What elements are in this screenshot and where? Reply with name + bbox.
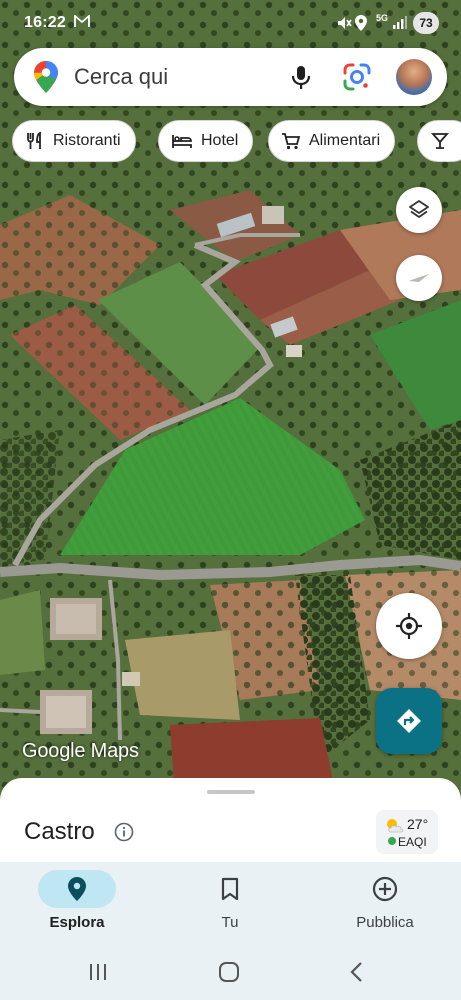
bottom-navigation: Esplora Tu Pubblica	[0, 862, 461, 946]
mute-icon	[336, 15, 352, 36]
chip-bar[interactable]	[417, 120, 461, 162]
weather-temperature: 27°	[407, 816, 429, 832]
crosshair-icon	[396, 613, 422, 639]
nav-label-explore: Esplora	[49, 914, 105, 931]
cocktail-icon	[431, 133, 449, 149]
add-circle-icon	[372, 876, 398, 902]
nav-tab-contribute[interactable]: Pubblica	[325, 870, 445, 940]
aqi-status-dot	[388, 837, 396, 845]
system-navigation-bar	[0, 946, 461, 1000]
nav-tab-explore[interactable]: Esplora	[17, 870, 137, 940]
google-maps-pin-icon	[34, 61, 58, 98]
weather-widget[interactable]: 27° EAQI	[376, 810, 438, 854]
chip-ristoranti[interactable]: Ristoranti	[12, 120, 136, 162]
chip-hotel[interactable]: Hotel	[158, 120, 254, 162]
nav-icon-wrap	[346, 870, 424, 908]
google-lens-icon[interactable]	[341, 61, 373, 93]
nav-label-contribute: Pubblica	[356, 914, 414, 931]
recent-apps-icon[interactable]	[88, 962, 108, 987]
compass-button[interactable]	[396, 255, 442, 301]
info-icon[interactable]	[114, 822, 134, 847]
search-bar[interactable]	[14, 48, 447, 106]
profile-avatar[interactable]	[396, 59, 432, 95]
my-location-button[interactable]	[376, 593, 442, 659]
fork-knife-icon	[27, 131, 41, 149]
location-pin-icon	[68, 877, 86, 901]
cart-icon	[282, 133, 301, 150]
layers-button[interactable]	[396, 187, 442, 233]
location-icon	[355, 15, 367, 36]
search-input[interactable]	[74, 62, 274, 92]
nav-tab-you[interactable]: Tu	[170, 870, 290, 940]
network-label: 5G	[376, 13, 389, 23]
google-maps-watermark: Google Maps	[22, 740, 139, 762]
chip-alimentari[interactable]: Alimentari	[268, 120, 396, 162]
layers-icon	[409, 200, 429, 218]
signal-icon	[393, 15, 407, 34]
back-icon[interactable]	[348, 962, 364, 987]
place-bottom-sheet[interactable]: Castro 27° EAQI	[0, 778, 461, 868]
home-icon[interactable]	[218, 962, 240, 987]
place-name: Castro	[24, 818, 95, 845]
nav-active-pill	[38, 870, 116, 908]
aqi-label: EAQI	[398, 835, 427, 849]
chip-label: Hotel	[201, 132, 239, 149]
bed-icon	[172, 135, 192, 148]
chip-label: Ristoranti	[53, 132, 121, 149]
category-chips: Ristoranti Hotel Alimentari	[12, 120, 461, 164]
chip-label: Alimentari	[309, 132, 381, 149]
nav-label-you: Tu	[221, 914, 239, 931]
directions-icon	[397, 709, 421, 733]
nav-icon-wrap	[191, 870, 269, 908]
directions-button[interactable]	[376, 688, 442, 754]
gmail-icon	[74, 14, 90, 33]
battery-indicator: 73	[413, 12, 439, 34]
bookmark-icon	[221, 877, 239, 901]
status-time: 16:22	[24, 14, 66, 31]
compass-icon	[409, 274, 429, 282]
voice-search-mic-icon[interactable]	[286, 62, 316, 92]
sheet-drag-handle[interactable]	[207, 790, 255, 794]
status-bar: 16:22 5G 73	[0, 0, 461, 44]
